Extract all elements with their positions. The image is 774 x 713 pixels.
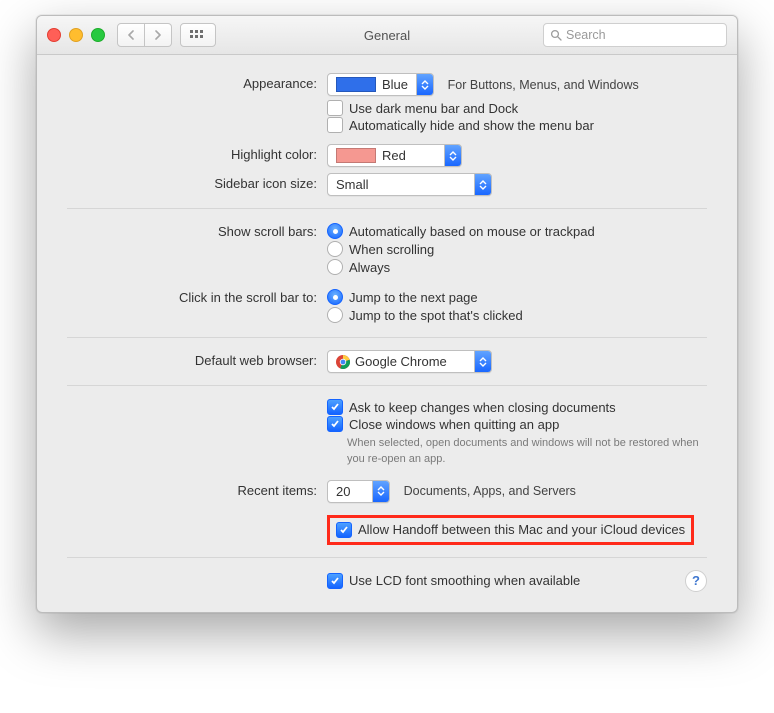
separator	[67, 337, 707, 338]
show-scroll-bars-label: Show scroll bars:	[67, 221, 327, 239]
minimize-window-button[interactable]	[69, 28, 83, 42]
lcd-smoothing-checkbox[interactable]	[327, 573, 343, 589]
recent-items-select[interactable]: 20	[327, 480, 390, 503]
default-browser-value: Google Chrome	[355, 354, 447, 369]
separator	[67, 208, 707, 209]
jump-next-page-label: Jump to the next page	[349, 290, 478, 305]
scroll-always-radio[interactable]	[327, 259, 343, 275]
recent-items-label: Recent items:	[67, 480, 327, 498]
default-browser-select[interactable]: Google Chrome	[327, 350, 492, 373]
highlight-color-value: Red	[382, 148, 406, 163]
close-windows-quit-checkbox[interactable]	[327, 416, 343, 432]
scroll-auto-label: Automatically based on mouse or trackpad	[349, 224, 595, 239]
close-windows-note: When selected, open documents and window…	[347, 436, 707, 468]
chevron-left-icon	[127, 30, 135, 40]
nav-back-button[interactable]	[117, 23, 145, 47]
chevron-up-down-icon	[372, 481, 389, 502]
jump-clicked-spot-radio[interactable]	[327, 307, 343, 323]
sidebar-icon-size-label: Sidebar icon size:	[67, 173, 327, 191]
auto-hide-menubar-label: Automatically hide and show the menu bar	[349, 118, 594, 133]
jump-next-page-radio[interactable]	[327, 289, 343, 305]
handoff-highlight: Allow Handoff between this Mac and your …	[327, 515, 694, 545]
appearance-label: Appearance:	[67, 73, 327, 91]
grid-icon	[190, 30, 206, 40]
recent-items-value: 20	[336, 484, 350, 499]
chevron-up-down-icon	[474, 174, 491, 195]
chevron-right-icon	[154, 30, 162, 40]
jump-clicked-spot-label: Jump to the spot that's clicked	[349, 308, 523, 323]
nav-forward-button[interactable]	[145, 23, 172, 47]
show-all-button[interactable]	[180, 23, 216, 47]
default-browser-label: Default web browser:	[67, 350, 327, 368]
ask-keep-changes-checkbox[interactable]	[327, 399, 343, 415]
dark-menubar-checkbox[interactable]	[327, 100, 343, 116]
help-button[interactable]: ?	[685, 570, 707, 592]
allow-handoff-checkbox[interactable]	[336, 522, 352, 538]
scroll-when-radio[interactable]	[327, 241, 343, 257]
appearance-swatch	[336, 77, 376, 92]
help-icon: ?	[692, 573, 700, 588]
appearance-value: Blue	[382, 77, 408, 92]
highlight-color-label: Highlight color:	[67, 144, 327, 162]
recent-items-after: Documents, Apps, and Servers	[404, 484, 576, 498]
preferences-window: General Search Appearance: Blue	[36, 15, 738, 613]
nav-back-forward	[117, 23, 172, 47]
lcd-smoothing-label: Use LCD font smoothing when available	[349, 573, 580, 588]
scroll-auto-radio[interactable]	[327, 223, 343, 239]
zoom-window-button[interactable]	[91, 28, 105, 42]
search-icon	[550, 29, 562, 41]
chevron-up-down-icon	[474, 351, 491, 372]
separator	[67, 385, 707, 386]
scroll-always-label: Always	[349, 260, 390, 275]
close-windows-quit-label: Close windows when quitting an app	[349, 417, 559, 432]
search-placeholder: Search	[566, 28, 606, 42]
auto-hide-menubar-checkbox[interactable]	[327, 117, 343, 133]
chevron-up-down-icon	[416, 74, 433, 95]
chrome-icon	[336, 355, 350, 369]
search-input[interactable]: Search	[543, 23, 727, 47]
chevron-up-down-icon	[444, 145, 461, 166]
sidebar-icon-size-value: Small	[336, 177, 369, 192]
click-scroll-label: Click in the scroll bar to:	[67, 287, 327, 305]
separator	[67, 557, 707, 558]
content-pane: Appearance: Blue For Buttons, Menus, and…	[37, 55, 737, 612]
appearance-note: For Buttons, Menus, and Windows	[448, 78, 639, 92]
highlight-color-select[interactable]: Red	[327, 144, 462, 167]
dark-menubar-label: Use dark menu bar and Dock	[349, 101, 518, 116]
ask-keep-changes-label: Ask to keep changes when closing documen…	[349, 400, 616, 415]
window-controls	[47, 28, 105, 42]
allow-handoff-label: Allow Handoff between this Mac and your …	[358, 522, 685, 537]
close-window-button[interactable]	[47, 28, 61, 42]
titlebar: General Search	[37, 16, 737, 55]
toolbar-nav	[117, 23, 216, 47]
highlight-color-swatch	[336, 148, 376, 163]
appearance-select[interactable]: Blue	[327, 73, 434, 96]
sidebar-icon-size-select[interactable]: Small	[327, 173, 492, 196]
scroll-when-label: When scrolling	[349, 242, 434, 257]
